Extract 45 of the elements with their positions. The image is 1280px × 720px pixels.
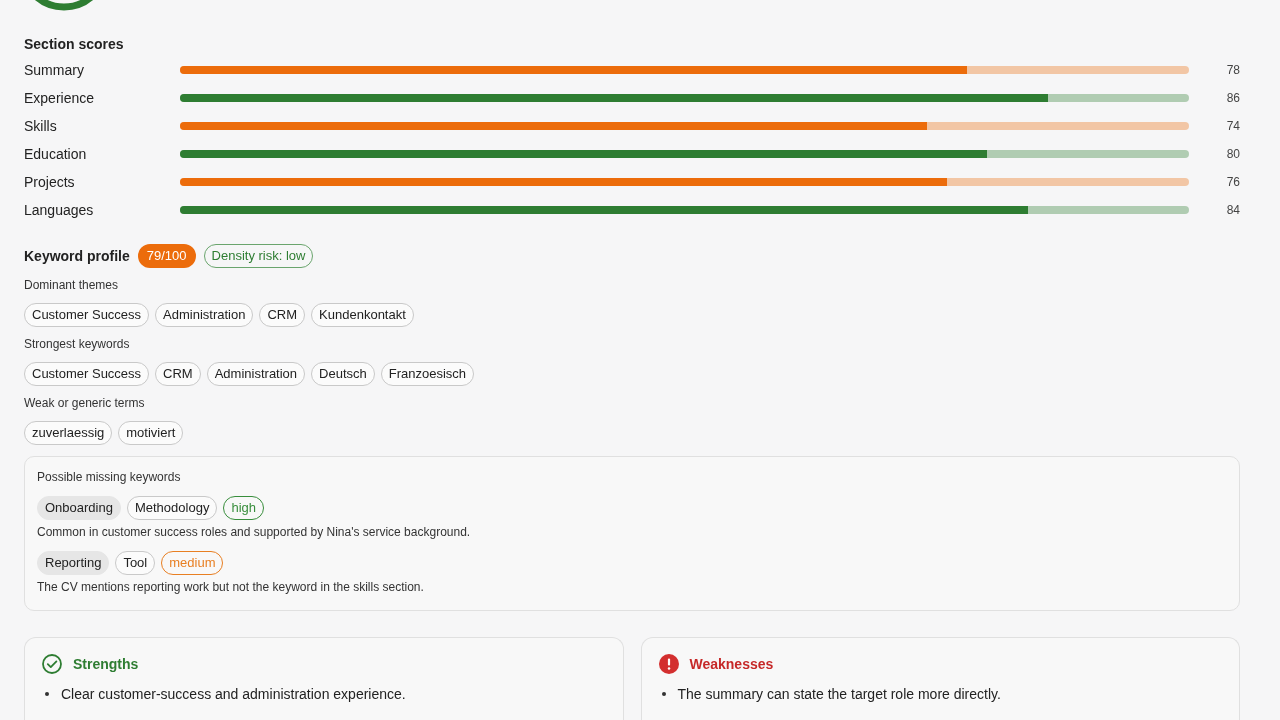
keyword-tag: motiviert xyxy=(118,421,184,445)
score-value: 74 xyxy=(1226,118,1240,134)
keyword-tag: CRM xyxy=(155,362,201,386)
card-title: Strengths xyxy=(73,655,139,673)
bullet-icon xyxy=(45,692,49,696)
keyword-tag: Kundenkontakt xyxy=(311,303,414,327)
score-value: 86 xyxy=(1226,90,1240,106)
score-value: 80 xyxy=(1226,146,1240,162)
score-ring xyxy=(34,0,94,11)
finding-text: Clear customer-success and administration experience. xyxy=(61,685,406,703)
keyword-tag: Customer Success xyxy=(24,362,150,386)
card-title: Weaknesses xyxy=(689,655,774,673)
keyword-tag: Administration xyxy=(155,303,254,327)
section-label: Summary xyxy=(24,61,84,79)
category-tag: Tool xyxy=(115,551,156,575)
group-label: Strongest keywords xyxy=(24,336,130,352)
card-title: Possible missing keywords xyxy=(37,469,181,485)
score-badge: 79/100 xyxy=(137,244,196,268)
score-value: 84 xyxy=(1226,202,1240,218)
keyword-tag: Onboarding xyxy=(37,496,121,520)
score-value: 78 xyxy=(1226,62,1240,78)
keyword-tag: Franzoesisch xyxy=(380,362,475,386)
section-title: Section scores xyxy=(24,35,124,54)
score-value: 76 xyxy=(1226,174,1240,190)
keyword-tag: Reporting xyxy=(37,551,110,575)
section-label: Projects xyxy=(24,173,75,191)
section-label: Skills xyxy=(24,117,57,135)
keyword-tag: zuverlaessig xyxy=(24,421,113,445)
category-tag: Methodology xyxy=(126,496,218,520)
section-title: Keyword profile xyxy=(24,247,130,266)
keyword-tag: Customer Success xyxy=(24,303,150,327)
alert-circle-icon xyxy=(658,654,679,674)
keyword-note: Common in customer success roles and supported by Nina's service background. xyxy=(37,524,471,540)
keyword-note: The CV mentions reporting work but not the keyword in the skills section. xyxy=(37,579,424,595)
group-label: Dominant themes xyxy=(24,277,119,293)
check-circle-icon xyxy=(42,654,62,674)
group-label: Weak or generic terms xyxy=(24,395,145,411)
section-label: Education xyxy=(24,145,87,163)
bullet-icon xyxy=(661,692,666,696)
keyword-tag: Administration xyxy=(206,362,306,386)
keyword-tag: Deutsch xyxy=(311,362,375,386)
section-label: Languages xyxy=(24,201,94,219)
finding-text: The summary can state the target role more directly. xyxy=(677,685,1001,703)
keyword-tag: CRM xyxy=(259,303,306,327)
section-label: Experience xyxy=(24,89,95,107)
